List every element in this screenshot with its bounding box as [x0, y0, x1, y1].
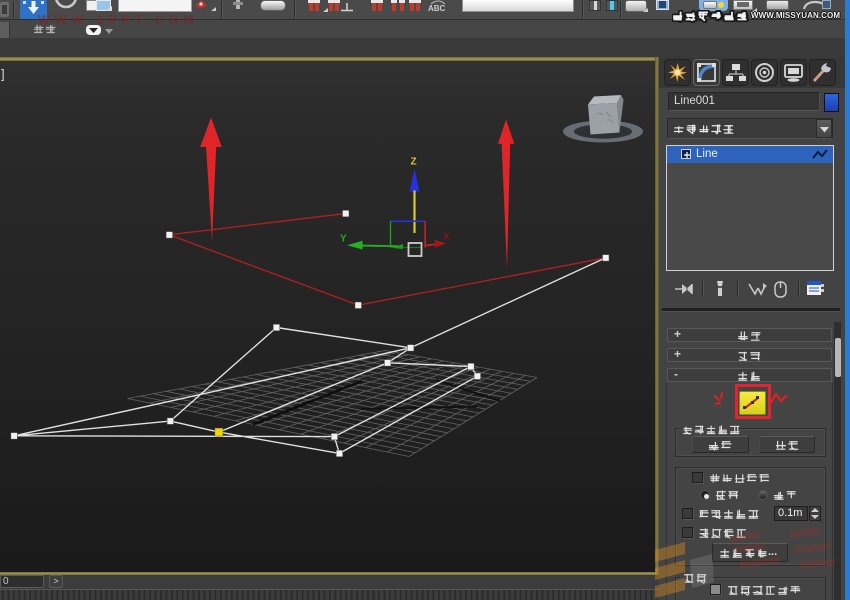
svg-text:Y: Y	[340, 233, 347, 244]
svg-text:X: X	[443, 231, 450, 242]
svg-text:]: ]	[1, 66, 5, 81]
svg-text:Z: Z	[411, 156, 417, 167]
